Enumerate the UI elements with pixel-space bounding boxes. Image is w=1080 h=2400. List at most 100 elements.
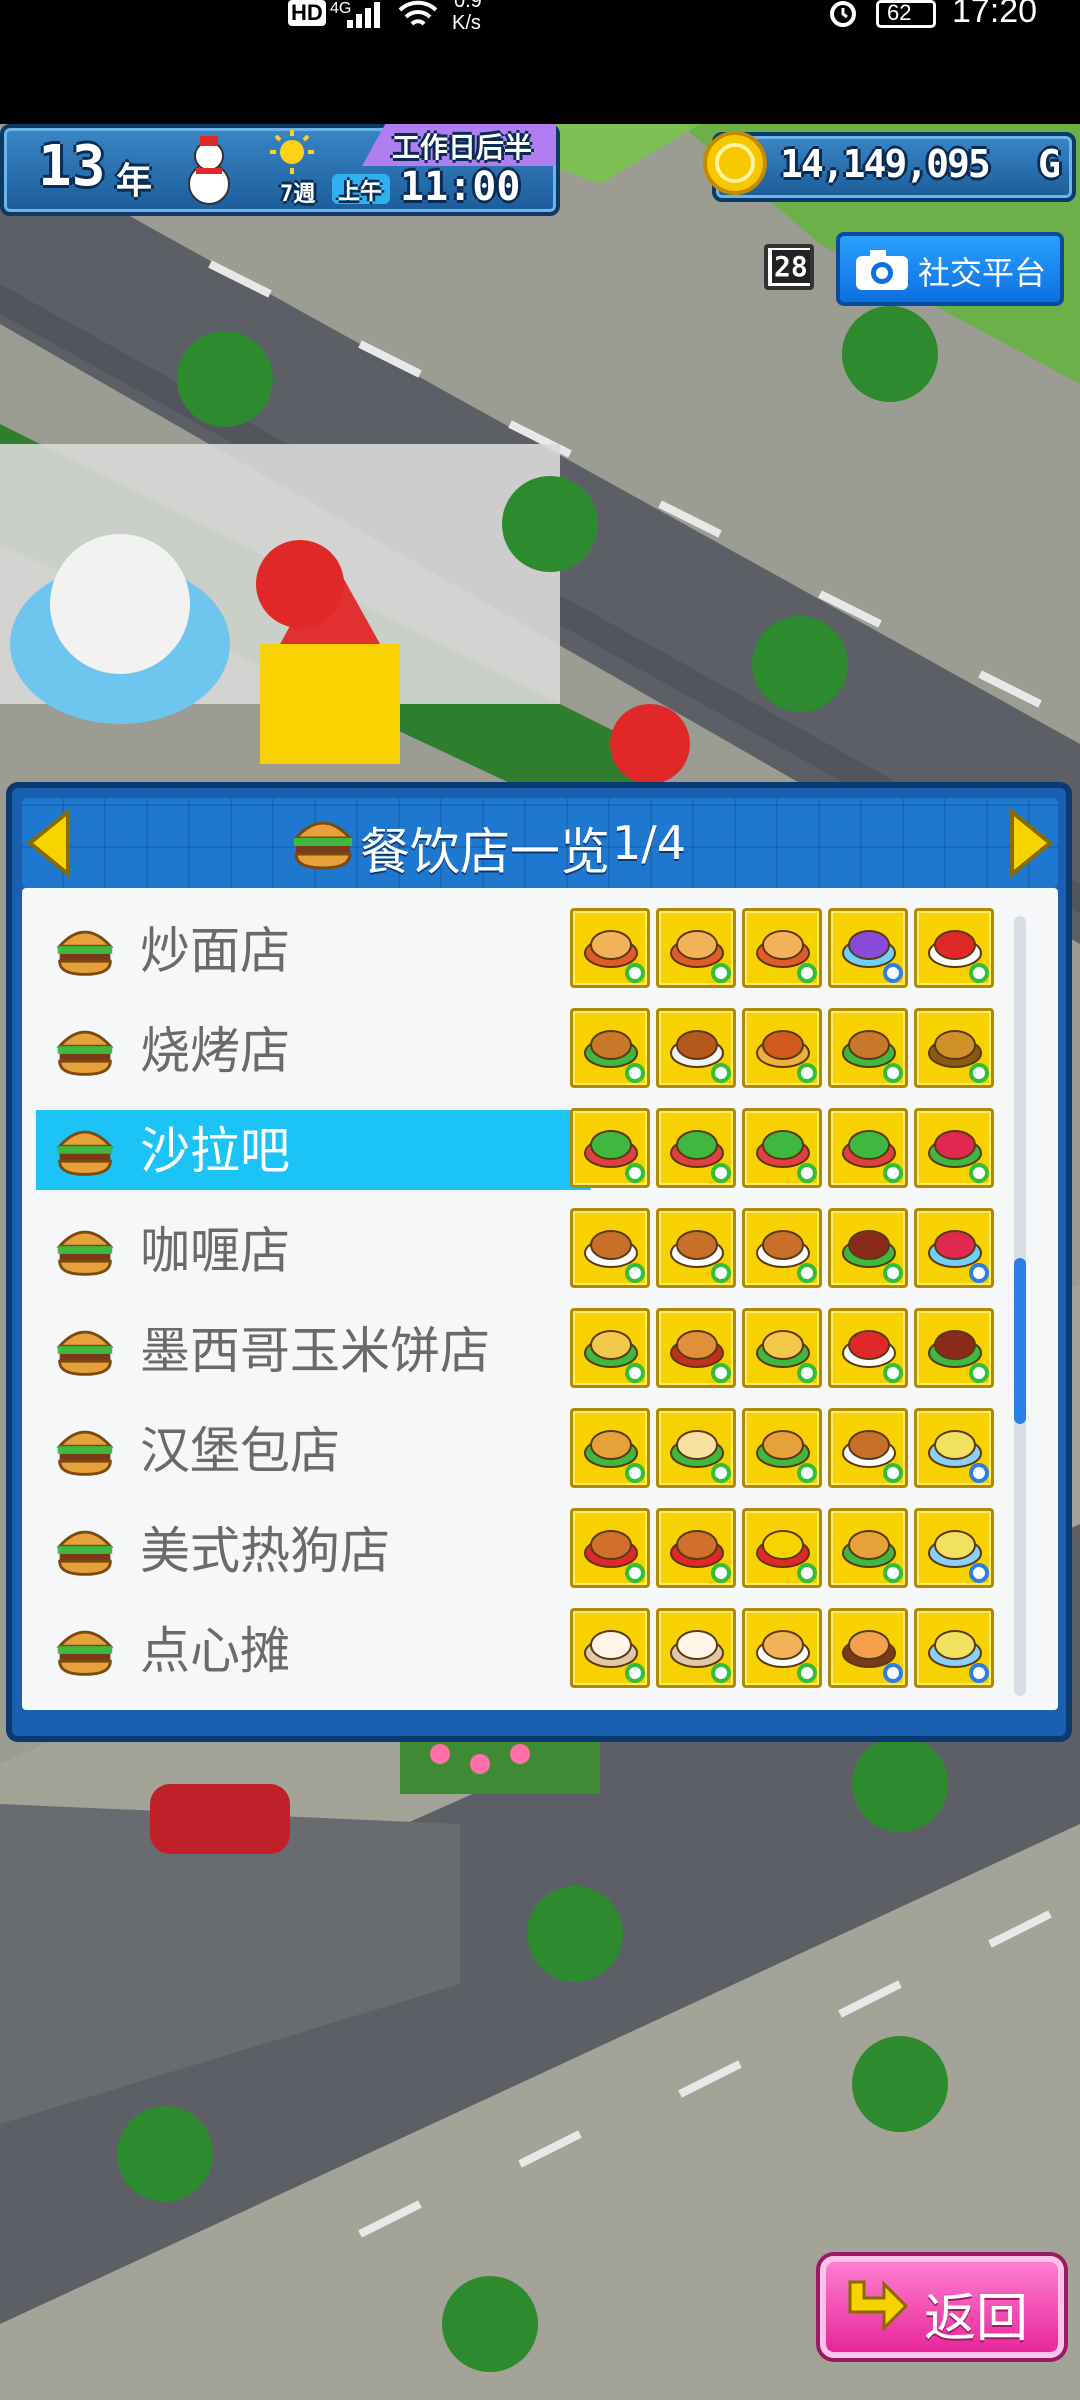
unlocked-badge-icon <box>797 1463 817 1483</box>
list-item[interactable]: 沙拉吧 <box>22 1096 1058 1190</box>
menu-item-slot <box>914 1508 994 1588</box>
unlocked-badge-icon <box>625 963 645 983</box>
menu-item-slot <box>914 1208 994 1288</box>
battery-level: 62 <box>887 0 912 25</box>
menu-item-slot <box>570 1608 650 1688</box>
burger-icon <box>56 930 114 976</box>
list-item[interactable]: 墨西哥玉米饼店 <box>22 1296 1058 1388</box>
menu-item-slot <box>828 1608 908 1688</box>
menu-item-slot <box>828 1208 908 1288</box>
menu-item-slot <box>656 1308 736 1388</box>
special-badge-icon <box>883 963 903 983</box>
unlocked-badge-icon <box>625 1663 645 1683</box>
clock-time: 11:00 <box>400 164 521 210</box>
unlocked-badge-icon <box>625 1363 645 1383</box>
list-item[interactable]: 美式热狗店 <box>22 1496 1058 1588</box>
weekday-tag-label: 工作日后半 <box>392 131 533 164</box>
menu-item-slot <box>742 908 822 988</box>
unlocked-badge-icon <box>883 1063 903 1083</box>
unlocked-badge-icon <box>711 1363 731 1383</box>
list-item[interactable]: 炒面店 <box>22 896 1058 988</box>
list-item[interactable]: 烧烤店 <box>22 996 1058 1088</box>
unlocked-badge-icon <box>625 1563 645 1583</box>
menu-item-slot <box>656 1208 736 1288</box>
menu-item-slot <box>570 1508 650 1588</box>
restaurant-name: 炒面店 <box>140 922 290 980</box>
menu-item-slot <box>656 1608 736 1688</box>
unlocked-badge-icon <box>797 1363 817 1383</box>
unlocked-badge-icon <box>797 1163 817 1183</box>
menu-item-slot <box>742 1608 822 1688</box>
unlocked-badge-icon <box>883 1163 903 1183</box>
burger-icon <box>56 1430 114 1476</box>
burger-icon <box>292 821 354 870</box>
restaurant-name: 墨西哥玉米饼店 <box>140 1322 490 1380</box>
ampm-label: 上午 <box>338 180 383 205</box>
back-button[interactable]: 返回 <box>820 2256 1064 2358</box>
ampm-badge: 上午 <box>332 174 390 205</box>
restaurant-name: 汉堡包店 <box>140 1422 340 1480</box>
unlocked-badge-icon <box>797 1263 817 1283</box>
list-item[interactable]: 点心摊 <box>22 1596 1058 1688</box>
unlocked-badge-icon <box>883 1363 903 1383</box>
unlocked-badge-icon <box>883 1263 903 1283</box>
menu-item-slot <box>656 1408 736 1488</box>
unlocked-badge-icon <box>625 1163 645 1183</box>
burger-icon <box>56 1230 114 1276</box>
signal-icon <box>347 2 380 28</box>
menu-item-slot <box>742 1008 822 1088</box>
back-button-label: 返回 <box>924 2289 1029 2349</box>
burger-icon <box>56 1330 114 1376</box>
special-badge-icon <box>969 1663 989 1683</box>
special-badge-icon <box>969 1263 989 1283</box>
menu-item-slot <box>828 1408 908 1488</box>
special-badge-icon <box>969 1563 989 1583</box>
menu-item-slot <box>914 1008 994 1088</box>
list-page-indicator: 1/4 <box>612 816 687 870</box>
menu-item-slot <box>828 908 908 988</box>
year-number: 13 <box>38 134 106 199</box>
unlocked-badge-icon <box>711 963 731 983</box>
snowman-icon <box>188 136 230 205</box>
burger-icon <box>56 1130 114 1176</box>
alarm-icon <box>830 1 856 27</box>
unlocked-badge-icon <box>969 1163 989 1183</box>
unlocked-badge-icon <box>969 1363 989 1383</box>
next-page-arrow-icon[interactable] <box>1006 808 1056 878</box>
menu-item-slot <box>570 1208 650 1288</box>
unlocked-badge-icon <box>711 1063 731 1083</box>
unlocked-badge-icon <box>797 1063 817 1083</box>
menu-item-slot <box>914 1108 994 1188</box>
list-item[interactable]: 汉堡包店 <box>22 1396 1058 1488</box>
menu-item-slot <box>570 1008 650 1088</box>
menu-item-slot <box>742 1108 822 1188</box>
gold-coin-icon <box>703 131 767 195</box>
menu-item-slot <box>914 1408 994 1488</box>
special-badge-icon <box>969 1463 989 1483</box>
social-platform-button[interactable]: 社交平台 <box>836 232 1064 306</box>
clock: 17:20 <box>952 0 1038 30</box>
list-item[interactable]: 咖喱店 <box>22 1196 1058 1288</box>
unlocked-badge-icon <box>625 1063 645 1083</box>
prev-page-arrow-icon[interactable] <box>24 808 74 878</box>
menu-item-slot <box>828 1508 908 1588</box>
restaurant-name: 烧烤店 <box>140 1022 290 1080</box>
menu-item-slot <box>914 1308 994 1388</box>
restaurant-list[interactable]: 炒面店烧烤店沙拉吧咖喱店墨西哥玉米饼店 汉堡包店美式热狗店 点心摊 <box>22 888 1058 1710</box>
scrollbar-thumb[interactable] <box>1014 1258 1026 1424</box>
unlocked-badge-icon <box>711 1563 731 1583</box>
unlocked-badge-icon <box>625 1263 645 1283</box>
week-label: 7週 <box>280 182 316 207</box>
calendar-sign: 28 <box>764 244 814 290</box>
menu-item-slot <box>570 1408 650 1488</box>
camera-icon <box>856 250 908 290</box>
battery-icon: 62 <box>876 0 936 28</box>
menu-item-slot <box>914 1608 994 1688</box>
unlocked-badge-icon <box>625 1463 645 1483</box>
menu-item-slot <box>656 1508 736 1588</box>
restaurant-name: 咖喱店 <box>140 1222 290 1280</box>
menu-item-slot <box>914 908 994 988</box>
unlocked-badge-icon <box>711 1463 731 1483</box>
menu-item-slot <box>742 1508 822 1588</box>
money-amount: 14,149,095 <box>780 142 991 186</box>
